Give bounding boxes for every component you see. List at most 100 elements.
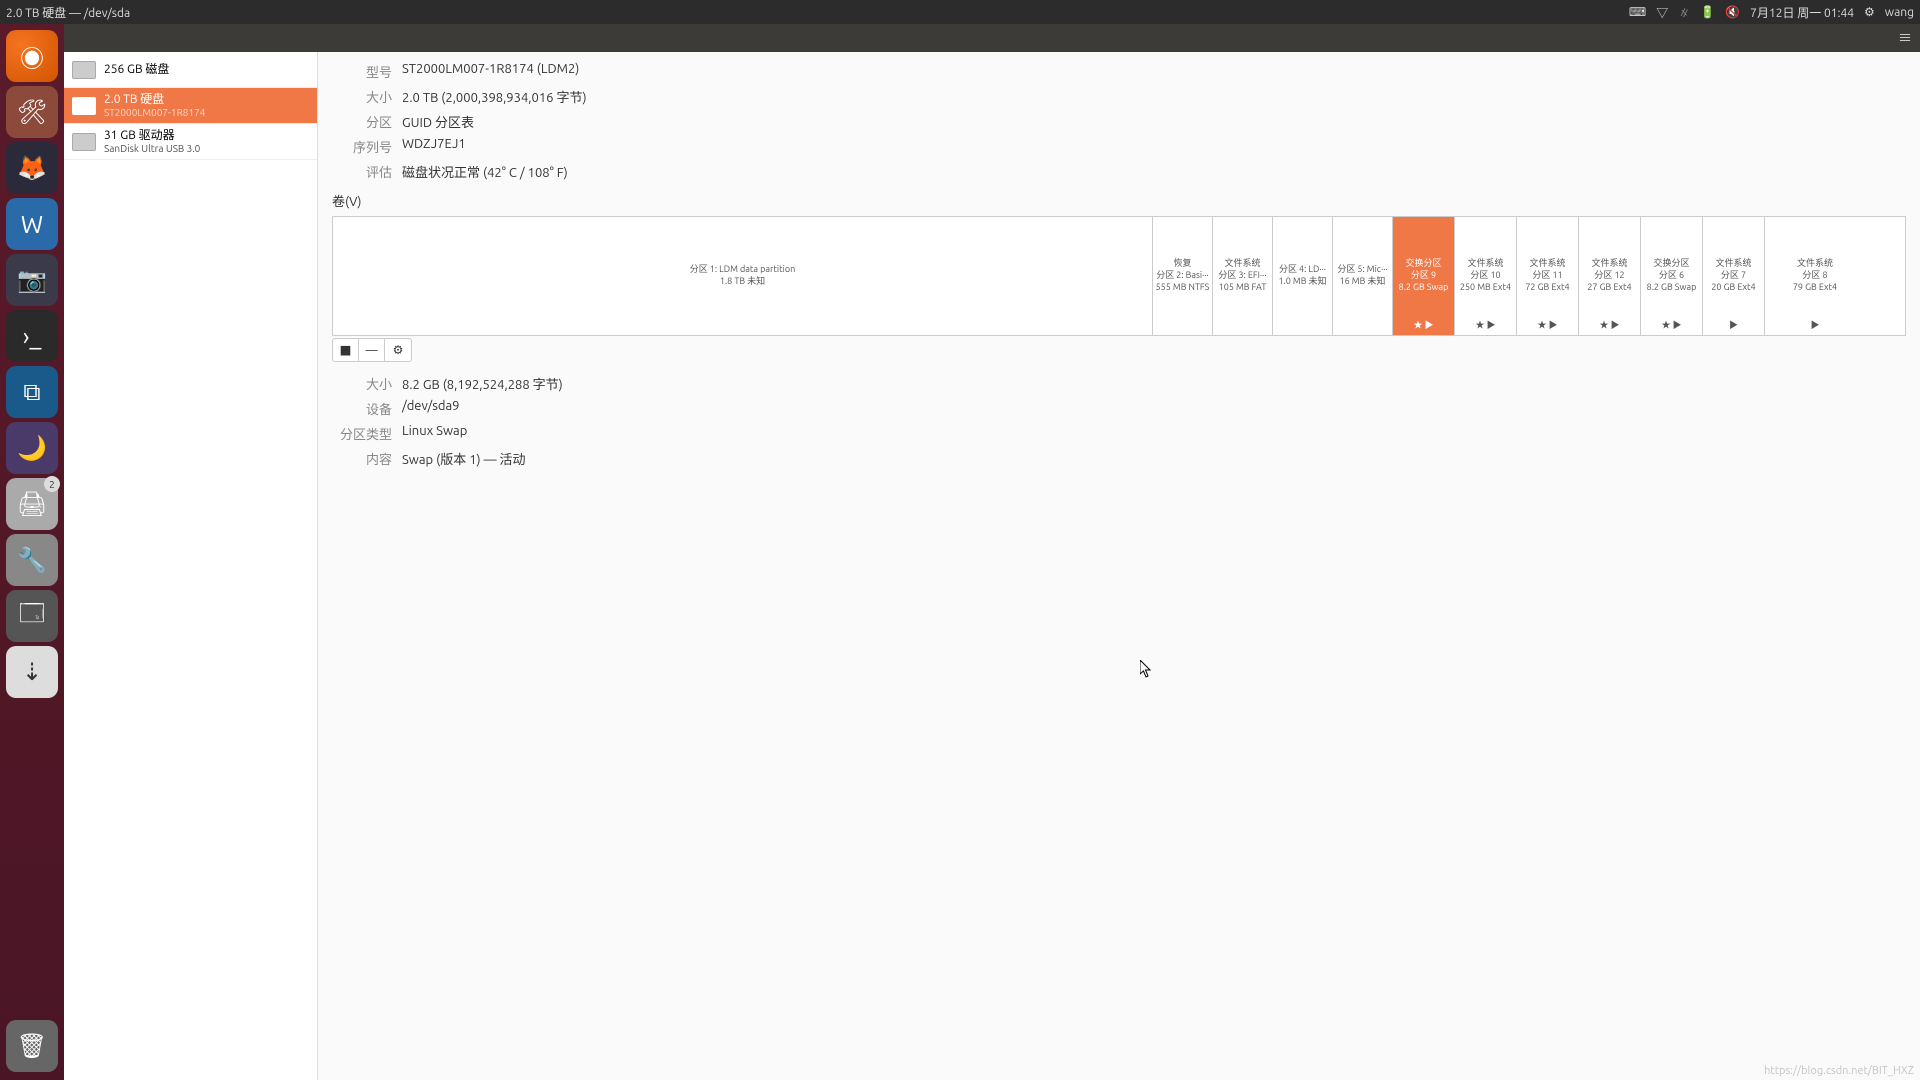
launcher-settings-icon[interactable]: 🛠 [6,86,58,138]
partition-0[interactable]: 分区 1: LDM data partition1.8 TB 未知 [333,217,1153,335]
launcher-disks-icon[interactable]: 🔧 [6,534,58,586]
partition-11[interactable]: 文件系统分区 879 GB Ext4▶ [1765,217,1865,335]
partition-5[interactable]: 交换分区分区 98.2 GB Swap ★ ▶ [1393,217,1455,335]
partition-line: 分区 12 [1594,270,1624,282]
partition-line: 分区 11 [1532,270,1562,282]
clock[interactable]: 7月12日 周一 01:44 [1750,4,1854,21]
settings-gear-icon[interactable]: ⚙ [1864,5,1875,19]
partition-line: 555 MB NTFS [1156,282,1210,294]
detail-content: 内容 Swap (版本 1) — 活动 [332,449,1906,468]
sound-muted-icon[interactable]: 🔇 [1725,5,1740,19]
hamburger-menu-icon[interactable]: ≡ [1898,28,1912,48]
launcher-trash-icon[interactable]: 🗑 [6,1020,58,1072]
partition-footer-icons: ★ ▶ [1455,318,1516,331]
partition-10[interactable]: 文件系统分区 720 GB Ext4▶ [1703,217,1765,335]
info-serial: 序列号 WDZJ7EJ1 [332,137,1906,156]
detail-type: 分区类型 Linux Swap [332,424,1906,443]
partition-line: 分区 5: Mic··· [1337,264,1387,276]
launcher-vscode-icon[interactable]: ⧉ [6,366,58,418]
partition-line: 20 GB Ext4 [1711,282,1755,294]
volumes-title: 卷(V) [332,191,1906,210]
partition-6[interactable]: 文件系统分区 10250 MB Ext4★ ▶ [1455,217,1517,335]
partition-line: 72 GB Ext4 [1525,282,1569,294]
partition-line: 8.2 GB Swap [1399,282,1449,294]
partition-8[interactable]: 文件系统分区 1227 GB Ext4★ ▶ [1579,217,1641,335]
value-psize: 8.2 GB (8,192,524,288 字节) [402,374,563,393]
device-item-31gb[interactable]: 31 GB 驱动器 SanDisk Ultra USB 3.0 [64,124,317,160]
system-tray: ⌨ ▽ ∦ 🔋 🔇 7月12日 周一 01:44 ⚙ wang [1629,4,1914,21]
partition-details: 大小 8.2 GB (8,192,524,288 字节) 设备 /dev/sda… [332,374,1906,468]
top-panel: 2.0 TB 硬盘 — /dev/sda ⌨ ▽ ∦ 🔋 🔇 7月12日 周一 … [0,0,1920,24]
launcher-terminal-icon[interactable]: ›_ [6,310,58,362]
partition-line: 分区 10 [1470,270,1500,282]
partition-3[interactable]: 分区 4: LD···1.0 MB 未知 [1273,217,1333,335]
label-model: 型号 [332,62,392,81]
printer-badge: 2 [44,476,60,492]
partition-line: 105 MB FAT [1219,282,1267,294]
watermark: https://blog.csdn.net/BIT_HXZ [1764,1065,1914,1077]
value-serial: WDZJ7EJ1 [402,137,466,156]
value-pcontent: Swap (版本 1) — 活动 [402,449,526,468]
stop-button[interactable]: ■ [333,339,359,361]
partition-line: 分区 8 [1802,270,1827,282]
value-pdevice: /dev/sda9 [402,399,460,418]
device-item-2tb[interactable]: 2.0 TB 硬盘 ST2000LM007-1R8174 [64,88,317,124]
disk-icon [72,61,96,79]
partition-line: 16 MB 未知 [1340,276,1386,288]
partition-line: 1.8 TB 未知 [720,276,765,288]
partition-line: 分区 4: LD··· [1279,264,1326,276]
launcher-printer-icon[interactable]: 🖨2 [6,478,58,530]
launcher-screenshot-icon[interactable]: 📷 [6,254,58,306]
launcher-files-icon[interactable]: 🗔 [6,590,58,642]
label-size: 大小 [332,87,392,106]
value-part: GUID 分区表 [402,112,474,131]
partition-line: 交换分区 [1405,258,1441,270]
label-assess: 评估 [332,162,392,181]
partition-7[interactable]: 文件系统分区 1172 GB Ext4 ★ ▶ [1517,217,1579,335]
partition-line: 文件系统 [1529,258,1565,270]
partition-footer-icons: ★ ▶ [1641,318,1702,331]
partition-line: 分区 9 [1411,270,1436,282]
partition-1[interactable]: 恢复分区 2: Basi···555 MB NTFS [1153,217,1213,335]
info-model: 型号 ST2000LM007-1R8174 (LDM2) [332,62,1906,81]
label-pdevice: 设备 [332,399,392,418]
launcher-dash-icon[interactable]: ◉ [6,30,58,82]
partition-footer-icons: ★ ▶ [1393,318,1454,331]
partition-4[interactable]: 分区 5: Mic···16 MB 未知 [1333,217,1393,335]
partition-2[interactable]: 文件系统分区 3: EFI···105 MB FAT [1213,217,1273,335]
partition-footer-icons: ▶ [1703,318,1764,331]
minus-button[interactable]: — [359,339,385,361]
partition-line: 恢复 [1173,258,1191,270]
partition-9[interactable]: 交换分区分区 68.2 GB Swap★ ▶ [1641,217,1703,335]
user-name[interactable]: wang [1885,6,1914,19]
launcher-stellarium-icon[interactable]: 🌙 [6,422,58,474]
bluetooth-icon[interactable]: ∦ [1678,4,1690,21]
label-pcontent: 内容 [332,449,392,468]
device-sub: SanDisk Ultra USB 3.0 [104,143,200,154]
battery-icon[interactable]: 🔋 [1700,5,1715,19]
partition-bar: 分区 1: LDM data partition1.8 TB 未知恢复分区 2:… [332,216,1906,336]
detail-size: 大小 8.2 GB (8,192,524,288 字节) [332,374,1906,393]
launcher-wps-icon[interactable]: W [6,198,58,250]
partition-footer-icons: ★ ▶ [1579,318,1640,331]
launcher: ◉ 🛠 🦊 W 📷 ›_ ⧉ 🌙 🖨2 🔧 🗔 ⇣ 🗑 [0,24,64,1080]
partition-footer-icons: ★ ▶ [1517,318,1578,331]
info-assessment: 评估 磁盘状况正常 (42° C / 108° F) [332,162,1906,181]
network-icon[interactable]: ▽ [1656,4,1668,21]
disks-app: 256 GB 磁盘 2.0 TB 硬盘 ST2000LM007-1R8174 3… [64,52,1920,1080]
value-ptype: Linux Swap [402,424,467,443]
label-psize: 大小 [332,374,392,393]
volume-toolbar: ■ — ⚙ [332,338,412,362]
partition-line: 250 MB Ext4 [1460,282,1511,294]
partition-line: 分区 2: Basi··· [1156,270,1209,282]
partition-line: 文件系统 [1715,258,1751,270]
launcher-usb-icon[interactable]: ⇣ [6,646,58,698]
launcher-firefox-icon[interactable]: 🦊 [6,142,58,194]
gear-button[interactable]: ⚙ [385,339,411,361]
value-assess: 磁盘状况正常 (42° C / 108° F) [402,162,568,181]
info-size: 大小 2.0 TB (2,000,398,934,016 字节) [332,87,1906,106]
keyboard-icon[interactable]: ⌨ [1629,5,1646,19]
partition-footer-icons: ▶ [1765,318,1865,331]
device-item-256gb[interactable]: 256 GB 磁盘 [64,52,317,88]
device-list: 256 GB 磁盘 2.0 TB 硬盘 ST2000LM007-1R8174 3… [64,52,318,1080]
